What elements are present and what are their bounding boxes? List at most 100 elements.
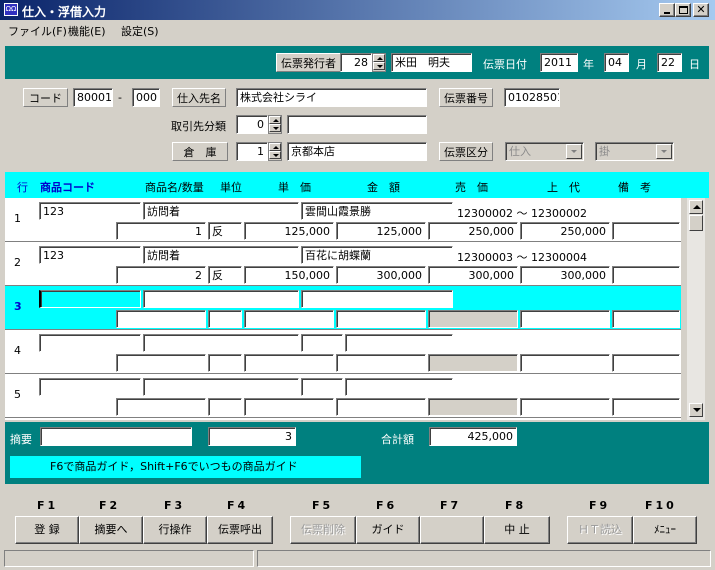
unit-field[interactable] bbox=[208, 398, 242, 416]
product-code-field[interactable] bbox=[39, 334, 141, 352]
class-name-field[interactable] bbox=[287, 115, 427, 134]
spin-up-icon[interactable] bbox=[373, 54, 385, 62]
product-extra-field[interactable] bbox=[345, 378, 453, 396]
amount-field[interactable]: 300,000 bbox=[336, 266, 426, 284]
note-field[interactable] bbox=[612, 398, 680, 416]
code-label[interactable]: コード bbox=[23, 88, 68, 107]
upper-price-field[interactable]: 250,000 bbox=[520, 222, 610, 240]
scroll-thumb[interactable] bbox=[689, 215, 703, 231]
product-extra-field[interactable] bbox=[345, 334, 453, 352]
unit-field[interactable]: 反 bbox=[208, 222, 242, 240]
amount-field[interactable] bbox=[336, 354, 426, 372]
note-field[interactable] bbox=[612, 310, 680, 328]
spin-up-icon[interactable] bbox=[269, 116, 281, 124]
day-field[interactable]: 22 bbox=[657, 53, 682, 72]
note-field[interactable] bbox=[612, 266, 680, 284]
qty-field[interactable] bbox=[116, 354, 206, 372]
summary-field[interactable] bbox=[40, 427, 192, 446]
f7-button[interactable] bbox=[420, 516, 484, 544]
sale-price-field[interactable]: 250,000 bbox=[428, 222, 518, 240]
register-button[interactable]: 登 録 bbox=[15, 516, 79, 544]
pay-type-select[interactable]: 掛 bbox=[595, 142, 674, 161]
sale-price-field[interactable] bbox=[428, 354, 518, 372]
qty-field[interactable]: 2 bbox=[116, 266, 206, 284]
price-field[interactable] bbox=[244, 398, 334, 416]
menu-button[interactable]: ﾒﾆｭｰ bbox=[633, 516, 697, 544]
month-field[interactable]: 04 bbox=[604, 53, 629, 72]
sale-price-field[interactable] bbox=[428, 310, 518, 328]
product-name-field[interactable] bbox=[143, 334, 299, 352]
qty-field[interactable] bbox=[116, 398, 206, 416]
sale-price-field[interactable]: 300,000 bbox=[428, 266, 518, 284]
table-row[interactable]: 1 123 訪問着 雲間山霞景勝 12300002 ～ 12300002 1 反… bbox=[5, 198, 681, 242]
product-spec-field[interactable]: 雲間山霞景勝 bbox=[301, 202, 453, 220]
warehouse-name-field[interactable]: 京都本店 bbox=[287, 142, 427, 161]
product-spec-field[interactable] bbox=[301, 378, 343, 396]
warehouse-field[interactable]: 1 bbox=[236, 142, 268, 161]
product-name-field[interactable]: 訪問着 bbox=[143, 246, 299, 264]
issuer-code-field[interactable]: 28 bbox=[340, 53, 372, 72]
issuer-name-field[interactable]: 米田 明夫 bbox=[391, 53, 472, 72]
table-row[interactable]: 2 123 訪問着 百花に胡蝶蘭 12300003 ～ 12300004 2 反… bbox=[5, 242, 681, 286]
chevron-down-icon[interactable] bbox=[566, 144, 582, 159]
unit-field[interactable]: 反 bbox=[208, 266, 242, 284]
table-row-active[interactable]: 3 bbox=[5, 286, 681, 330]
slip-recall-button[interactable]: 伝票呼出 bbox=[207, 516, 273, 544]
spin-down-icon[interactable] bbox=[269, 124, 281, 132]
product-name-field[interactable]: 訪問着 bbox=[143, 202, 299, 220]
amount-field[interactable]: 125,000 bbox=[336, 222, 426, 240]
product-code-field[interactable] bbox=[39, 290, 141, 308]
unit-field[interactable] bbox=[208, 354, 242, 372]
scroll-down-button[interactable] bbox=[689, 403, 703, 417]
code-field-1[interactable]: 80001 bbox=[73, 88, 113, 107]
close-button[interactable]: ✕ bbox=[693, 3, 709, 17]
class-spinner[interactable] bbox=[268, 115, 282, 134]
product-code-field[interactable]: 123 bbox=[39, 202, 141, 220]
price-field[interactable] bbox=[244, 310, 334, 328]
cancel-button[interactable]: 中 止 bbox=[484, 516, 550, 544]
product-code-field[interactable] bbox=[39, 378, 141, 396]
price-field[interactable] bbox=[244, 354, 334, 372]
warehouse-spinner[interactable] bbox=[268, 142, 282, 161]
product-code-field[interactable]: 123 bbox=[39, 246, 141, 264]
row-operation-button[interactable]: 行操作 bbox=[143, 516, 207, 544]
to-summary-button[interactable]: 摘要へ bbox=[79, 516, 143, 544]
spin-up-icon[interactable] bbox=[269, 143, 281, 151]
product-name-field[interactable] bbox=[143, 290, 299, 308]
menu-function[interactable]: 機能(E) bbox=[68, 23, 106, 39]
product-spec-field[interactable] bbox=[301, 290, 453, 308]
sale-price-field[interactable] bbox=[428, 398, 518, 416]
product-spec-field[interactable]: 百花に胡蝶蘭 bbox=[301, 246, 453, 264]
table-row[interactable]: 5 bbox=[5, 374, 681, 418]
unit-field[interactable] bbox=[208, 310, 242, 328]
qty-field[interactable] bbox=[116, 310, 206, 328]
slip-type-select[interactable]: 仕入 bbox=[505, 142, 584, 161]
product-name-field[interactable] bbox=[143, 378, 299, 396]
menu-file[interactable]: ファイル(F) bbox=[8, 23, 67, 39]
class-field[interactable]: 0 bbox=[236, 115, 268, 134]
price-field[interactable]: 125,000 bbox=[244, 222, 334, 240]
chevron-down-icon[interactable] bbox=[656, 144, 672, 159]
guide-button[interactable]: ガイド bbox=[356, 516, 420, 544]
year-field[interactable]: 2011 bbox=[540, 53, 578, 72]
amount-field[interactable] bbox=[336, 398, 426, 416]
scroll-up-button[interactable] bbox=[689, 200, 703, 214]
qty-field[interactable]: 1 bbox=[116, 222, 206, 240]
supplier-name-field[interactable]: 株式会社シライ bbox=[236, 88, 427, 107]
upper-price-field[interactable] bbox=[520, 354, 610, 372]
maximize-button[interactable] bbox=[675, 3, 691, 17]
spin-down-icon[interactable] bbox=[373, 62, 385, 70]
upper-price-field[interactable]: 300,000 bbox=[520, 266, 610, 284]
note-field[interactable] bbox=[612, 354, 680, 372]
price-field[interactable]: 150,000 bbox=[244, 266, 334, 284]
spin-down-icon[interactable] bbox=[269, 151, 281, 159]
code-field-2[interactable]: 000 bbox=[132, 88, 160, 107]
upper-price-field[interactable] bbox=[520, 310, 610, 328]
upper-price-field[interactable] bbox=[520, 398, 610, 416]
ht-import-button[interactable]: ＨＴ読込 bbox=[567, 516, 633, 544]
table-row[interactable]: 4 bbox=[5, 330, 681, 374]
issuer-spinner[interactable] bbox=[372, 53, 386, 72]
slip-delete-button[interactable]: 伝票削除 bbox=[290, 516, 356, 544]
minimize-button[interactable] bbox=[659, 3, 675, 17]
amount-field[interactable] bbox=[336, 310, 426, 328]
